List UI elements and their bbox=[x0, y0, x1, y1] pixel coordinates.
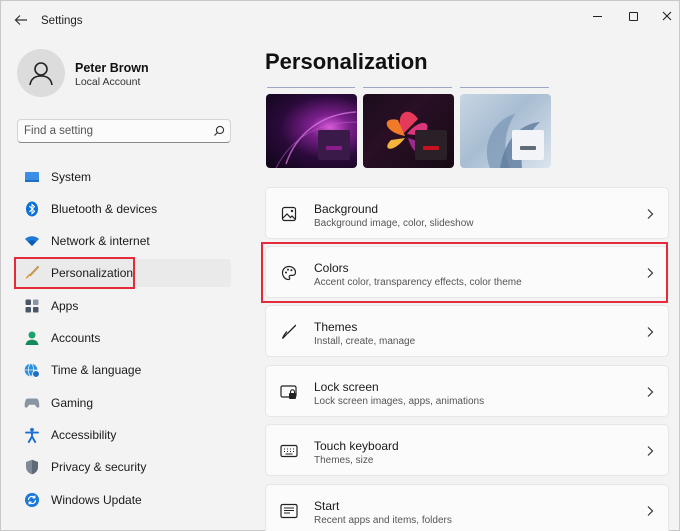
sidebar-item-label: Gaming bbox=[51, 396, 94, 410]
search-input[interactable] bbox=[24, 123, 204, 139]
theme-2-preview-window bbox=[415, 130, 447, 160]
close-button[interactable] bbox=[647, 5, 680, 27]
card-title: Lock screen bbox=[314, 380, 379, 394]
chevron-right-icon bbox=[647, 327, 654, 337]
theme-divider bbox=[460, 87, 549, 88]
sidebar-item-label: Apps bbox=[51, 299, 79, 313]
back-arrow-icon bbox=[14, 15, 27, 25]
theme-3-accent-bar bbox=[520, 146, 536, 150]
sidebar-item-bluetooth[interactable]: Bluetooth & devices bbox=[15, 195, 231, 223]
card-title: Background bbox=[314, 202, 379, 216]
theme-divider bbox=[363, 87, 452, 88]
update-icon bbox=[24, 492, 40, 508]
card-description: Background image, color, slideshow bbox=[314, 218, 474, 229]
person-icon bbox=[24, 330, 40, 346]
theme-thumbnail-2[interactable] bbox=[363, 94, 454, 168]
card-description: Install, create, manage bbox=[314, 336, 416, 347]
sidebar-item-label: Time & language bbox=[51, 363, 142, 377]
sidebar-item-label: Accounts bbox=[51, 331, 101, 345]
theme-3-preview-window bbox=[512, 130, 544, 160]
chevron-right-icon bbox=[647, 506, 654, 516]
sidebar-item-personalization[interactable]: Personalization bbox=[15, 259, 231, 287]
theme-1-preview-window bbox=[318, 130, 350, 160]
back-button[interactable] bbox=[9, 9, 33, 31]
maximize-icon bbox=[628, 11, 638, 21]
theme-divider bbox=[267, 87, 355, 88]
keyboard-icon bbox=[280, 442, 298, 460]
card-title: Colors bbox=[314, 261, 349, 275]
card-themes[interactable]: Themes Install, create, manage bbox=[265, 305, 669, 357]
chevron-right-icon bbox=[647, 446, 654, 456]
sidebar-item-privacy[interactable]: Privacy & security bbox=[15, 453, 231, 481]
card-description: Themes, size bbox=[314, 455, 374, 466]
palette-icon bbox=[280, 264, 298, 282]
brush-icon bbox=[280, 323, 298, 341]
lock-screen-icon bbox=[280, 383, 298, 401]
chevron-right-icon bbox=[647, 209, 654, 219]
shield-icon bbox=[24, 459, 40, 475]
card-colors[interactable]: Colors Accent color, transparency effect… bbox=[265, 246, 669, 298]
minimize-button[interactable] bbox=[577, 5, 617, 27]
card-title: Start bbox=[314, 499, 340, 513]
sidebar-item-label: Privacy & security bbox=[51, 460, 147, 474]
theme-thumbnail-1[interactable] bbox=[266, 94, 357, 168]
accessibility-icon bbox=[24, 427, 40, 443]
paintbrush-icon bbox=[24, 265, 40, 281]
sidebar-item-windows-update[interactable]: Windows Update bbox=[15, 486, 231, 514]
card-title: Touch keyboard bbox=[314, 439, 399, 453]
sidebar-item-label: Network & internet bbox=[51, 234, 150, 248]
user-name: Peter Brown bbox=[75, 61, 149, 75]
page-title: Personalization bbox=[265, 49, 428, 74]
sidebar-item-label: Bluetooth & devices bbox=[51, 202, 158, 216]
apps-icon bbox=[24, 298, 40, 314]
sidebar-item-time-language[interactable]: Time & language bbox=[15, 356, 231, 384]
sidebar-item-network[interactable]: Network & internet bbox=[15, 227, 231, 255]
globe-clock-icon bbox=[24, 362, 40, 378]
minimize-icon bbox=[592, 15, 602, 17]
bluetooth-icon bbox=[24, 201, 40, 217]
card-background[interactable]: Background Background image, color, slid… bbox=[265, 187, 669, 239]
image-icon bbox=[280, 205, 298, 223]
app-title: Settings bbox=[41, 15, 83, 27]
chevron-right-icon bbox=[647, 268, 654, 278]
start-icon bbox=[280, 502, 298, 520]
wifi-icon bbox=[24, 233, 40, 249]
card-touch-keyboard[interactable]: Touch keyboard Themes, size bbox=[265, 424, 669, 476]
sidebar-item-label: System bbox=[51, 170, 92, 184]
card-title: Themes bbox=[314, 320, 358, 334]
sidebar-item-label: Accessibility bbox=[51, 428, 117, 442]
card-description: Accent color, transparency effects, colo… bbox=[314, 277, 522, 288]
close-icon bbox=[662, 11, 672, 21]
card-start[interactable]: Start Recent apps and items, folders bbox=[265, 484, 669, 531]
chevron-right-icon bbox=[647, 387, 654, 397]
card-description: Lock screen images, apps, animations bbox=[314, 396, 485, 407]
settings-window: Settings Peter Brown Local Account Find … bbox=[0, 0, 680, 531]
title-bar: Settings bbox=[1, 1, 679, 37]
gamepad-icon bbox=[24, 395, 40, 411]
user-icon bbox=[29, 62, 53, 86]
monitor-icon bbox=[24, 169, 40, 185]
avatar[interactable] bbox=[17, 49, 65, 97]
sidebar-item-accessibility[interactable]: Accessibility bbox=[15, 421, 231, 449]
card-description: Recent apps and items, folders bbox=[314, 515, 452, 526]
sidebar-item-system[interactable]: System bbox=[15, 163, 231, 191]
theme-2-accent-bar bbox=[423, 146, 439, 150]
theme-1-accent-bar bbox=[326, 146, 342, 150]
sidebar-item-gaming[interactable]: Gaming bbox=[15, 389, 231, 417]
card-lock-screen[interactable]: Lock screen Lock screen images, apps, an… bbox=[265, 365, 669, 417]
sidebar-item-apps[interactable]: Apps bbox=[15, 292, 231, 320]
sidebar-item-accounts[interactable]: Accounts bbox=[15, 324, 231, 352]
theme-thumbnail-3[interactable] bbox=[460, 94, 551, 168]
search-icon[interactable] bbox=[212, 124, 226, 138]
account-type: Local Account bbox=[75, 76, 141, 88]
search-box[interactable] bbox=[17, 119, 231, 143]
sidebar-item-label: Windows Update bbox=[51, 493, 142, 507]
sidebar-item-label: Personalization bbox=[51, 266, 134, 280]
